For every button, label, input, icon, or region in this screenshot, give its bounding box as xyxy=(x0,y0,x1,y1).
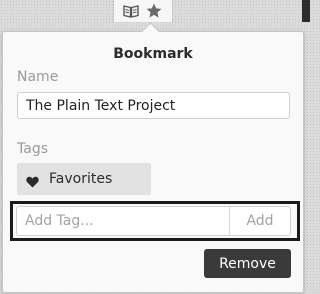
toolbar-icon-group xyxy=(113,0,173,22)
tag-label: Favorites xyxy=(49,171,113,187)
tags-label: Tags xyxy=(17,141,48,157)
name-label: Name xyxy=(17,69,59,85)
reader-view-icon[interactable] xyxy=(122,2,140,20)
popup-title: Bookmark xyxy=(113,46,193,62)
browser-toolbar xyxy=(0,0,310,22)
tag-chip-favorites[interactable]: Favorites xyxy=(17,163,151,195)
name-field[interactable] xyxy=(17,92,290,119)
remove-button[interactable]: Remove xyxy=(204,249,291,278)
toolbar-edge xyxy=(302,0,310,22)
add-tag-row: Add xyxy=(16,206,291,236)
add-tag-button[interactable]: Add xyxy=(230,207,290,235)
add-tag-input[interactable] xyxy=(17,207,229,235)
heart-icon xyxy=(26,173,39,188)
bookmark-star-icon[interactable] xyxy=(145,2,163,20)
